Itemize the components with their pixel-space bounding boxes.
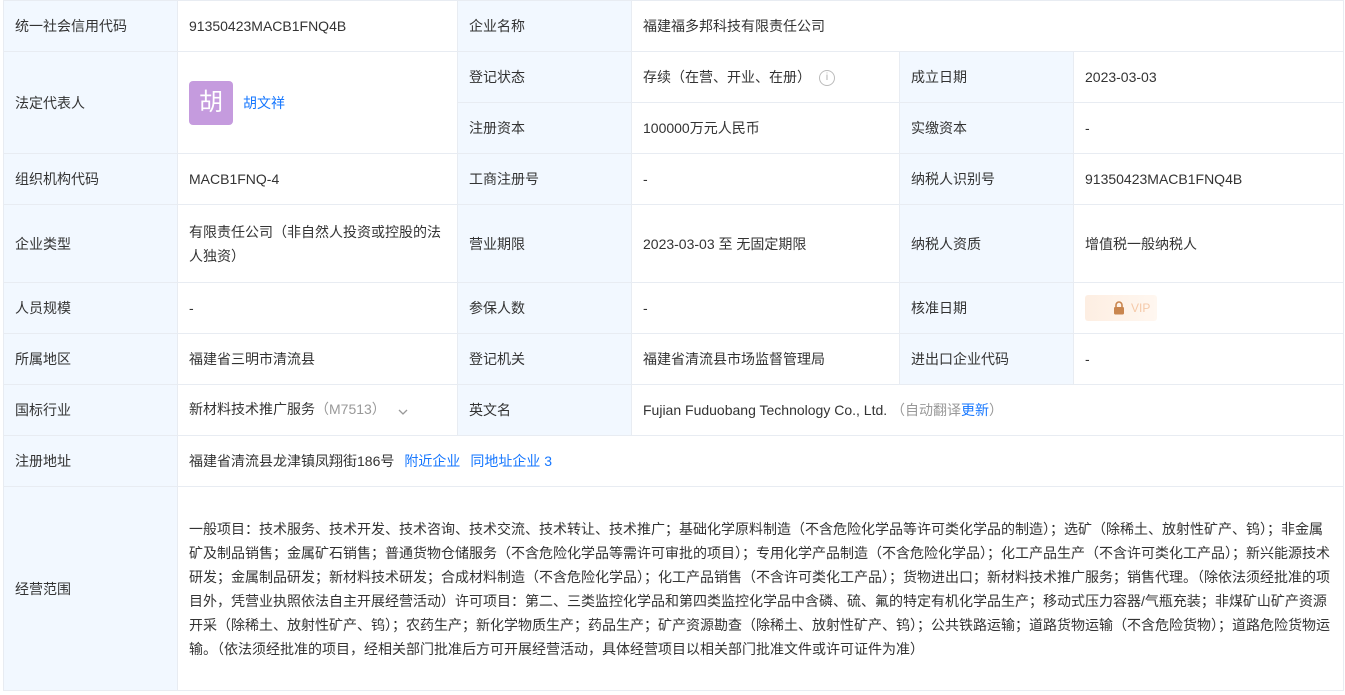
row-staff: 人员规模 - 参保人数 - 核准日期 VIP	[3, 282, 1345, 334]
registration-authority-label: 登记机关	[457, 333, 632, 385]
english-name-value: Fujian Fuduobang Technology Co., Ltd.	[643, 402, 888, 418]
import-export-code-value: -	[1072, 333, 1345, 385]
legal-rep-label: 法定代表人	[3, 51, 178, 154]
business-term-value: 2023-03-03 至 无固定期限	[631, 204, 900, 283]
row-company-type: 企业类型 有限责任公司（非自然人投资或控股的法人独资） 营业期限 2023-03…	[3, 204, 1345, 283]
vip-locked-badge[interactable]: VIP	[1085, 295, 1157, 322]
region-value: 福建省三明市清流县	[177, 333, 458, 385]
english-name-label: 英文名	[457, 384, 632, 436]
taxpayer-id-value[interactable]: 91350423MACB1FNQ4B	[1072, 153, 1345, 205]
company-name-value[interactable]: 福建福多邦科技有限责任公司	[630, 0, 1345, 52]
status-value: 存续（在营、开业、在册）	[643, 69, 811, 85]
business-scope-label: 经营范围	[3, 486, 178, 691]
tax-qualification-label: 纳税人资质	[899, 204, 1074, 283]
same-address-companies-link[interactable]: 同地址企业 3	[470, 453, 552, 469]
approval-date-cell: VIP	[1072, 282, 1345, 334]
address-cell: 福建省清流县龙津镇凤翔街186号 附近企业 同地址企业 3	[176, 435, 1345, 487]
company-name-label: 企业名称	[457, 0, 632, 52]
vip-text: VIP	[1131, 301, 1151, 316]
nearby-companies-link[interactable]: 附近企业	[404, 453, 460, 469]
status-label: 登记状态	[457, 51, 632, 103]
info-circle-icon[interactable]: i	[819, 70, 835, 87]
company-type-value: 有限责任公司（非自然人投资或控股的法人独资）	[177, 204, 458, 283]
row-status: 法定代表人 胡胡文祥 登记状态 存续（在营、开业、在册） i 成立日期 2023-…	[3, 51, 1345, 154]
address-value: 福建省清流县龙津镇凤翔街186号	[189, 453, 395, 469]
english-name-cell: Fujian Fuduobang Technology Co., Ltd. （自…	[630, 384, 1345, 436]
lock-icon	[1113, 301, 1125, 315]
org-code-value[interactable]: MACB1FNQ-4	[177, 153, 458, 205]
row-industry: 国标行业 新材料技术推广服务（M7513） 英文名 Fujian Fuduoba…	[3, 384, 1345, 436]
avatar[interactable]: 胡	[189, 80, 233, 125]
update-link[interactable]: 更新	[961, 402, 989, 418]
business-term-label: 营业期限	[457, 204, 632, 283]
paid-capital-label: 实缴资本	[899, 102, 1074, 154]
registered-capital-label: 注册资本	[457, 102, 632, 154]
reg-no-label: 工商注册号	[457, 153, 632, 205]
founded-label: 成立日期	[899, 51, 1074, 103]
credit-code-value[interactable]: 91350423MACB1FNQ4B	[177, 0, 458, 52]
industry-value: 新材料技术推广服务	[189, 401, 315, 418]
registered-capital-value: 100000万元人民币	[631, 102, 900, 154]
company-info-table: 统一社会信用代码 91350423MACB1FNQ4B 企业名称 福建福多邦科技…	[3, 0, 1345, 691]
industry-label: 国标行业	[3, 384, 178, 436]
founded-value: 2023-03-03	[1072, 51, 1345, 103]
credit-code-label: 统一社会信用代码	[3, 0, 178, 52]
staff-size-value: -	[177, 282, 458, 334]
row-credit-code: 统一社会信用代码 91350423MACB1FNQ4B 企业名称 福建福多邦科技…	[3, 0, 1345, 52]
tax-qualification-value: 增值税一般纳税人	[1072, 204, 1345, 283]
registration-authority-value: 福建省清流县市场监督管理局	[631, 333, 900, 385]
address-label: 注册地址	[3, 435, 178, 487]
legal-rep-cell: 胡胡文祥	[177, 51, 458, 154]
approval-date-label: 核准日期	[899, 282, 1074, 334]
industry-cell[interactable]: 新材料技术推广服务（M7513）	[177, 384, 458, 436]
org-code-label: 组织机构代码	[3, 153, 178, 205]
legal-rep-name-link[interactable]: 胡文祥	[243, 95, 285, 111]
insured-count-label: 参保人数	[457, 282, 632, 334]
paid-capital-value: -	[1072, 102, 1345, 154]
staff-size-label: 人员规模	[3, 282, 178, 334]
industry-code: （M7513）	[315, 401, 386, 418]
insured-count-value: -	[631, 282, 900, 334]
business-scope-value: 一般项目：技术服务、技术开发、技术咨询、技术交流、技术转让、技术推广；基础化学原…	[176, 486, 1345, 691]
status-cell: 存续（在营、开业、在册） i	[631, 51, 900, 103]
company-type-label: 企业类型	[3, 204, 178, 283]
row-business-scope: 经营范围 一般项目：技术服务、技术开发、技术咨询、技术交流、技术转让、技术推广；…	[3, 486, 1345, 691]
import-export-code-label: 进出口企业代码	[899, 333, 1074, 385]
row-address: 注册地址 福建省清流县龙津镇凤翔街186号 附近企业 同地址企业 3	[3, 435, 1345, 487]
taxpayer-id-label: 纳税人识别号	[899, 153, 1074, 205]
region-label: 所属地区	[3, 333, 178, 385]
chevron-down-icon[interactable]	[398, 399, 408, 423]
reg-no-value: -	[631, 153, 900, 205]
row-region: 所属地区 福建省三明市清流县 登记机关 福建省清流县市场监督管理局 进出口企业代…	[3, 333, 1345, 385]
auto-translate-suffix: ）	[989, 402, 1004, 418]
row-org-code: 组织机构代码 MACB1FNQ-4 工商注册号 - 纳税人识别号 9135042…	[3, 153, 1345, 205]
auto-translate-prefix: （自动翻译	[891, 402, 962, 418]
